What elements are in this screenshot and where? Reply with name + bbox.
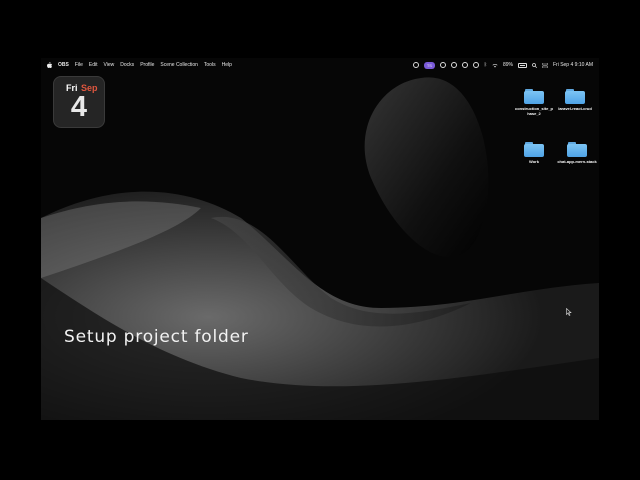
- display-icon[interactable]: [450, 62, 457, 68]
- menu-profile[interactable]: Profile: [140, 62, 154, 68]
- desktop-folder[interactable]: construction_site_phase_2: [514, 89, 554, 116]
- battery-percent: 89%: [502, 62, 513, 68]
- bluetooth-icon[interactable]: ᛒ: [484, 62, 487, 68]
- desktop: OBS File Edit View Docks Profile Scene C…: [41, 58, 599, 420]
- menu-help[interactable]: Help: [222, 62, 232, 68]
- folder-icon: [565, 89, 585, 104]
- menu-app-name[interactable]: OBS: [58, 62, 69, 68]
- menu-file[interactable]: File: [75, 62, 83, 68]
- gear-icon[interactable]: [439, 62, 446, 68]
- menu-edit[interactable]: Edit: [89, 62, 98, 68]
- apple-icon[interactable]: [47, 62, 52, 68]
- control-center-icon[interactable]: [541, 62, 548, 68]
- menu-datetime[interactable]: Fri Sep 4 9:10 AM: [553, 62, 593, 68]
- folder-icon: [567, 142, 587, 157]
- folder-label: laravel-react-crud: [558, 106, 592, 111]
- desktop-folder[interactable]: laravel-react-crud: [555, 89, 595, 111]
- desktop-folder[interactable]: chat-app-mern-stack: [557, 142, 597, 164]
- desktop-folder[interactable]: Work: [514, 142, 554, 164]
- menu-docks[interactable]: Docks: [120, 62, 134, 68]
- mouse-cursor-icon: [566, 308, 572, 316]
- calendar-date: 4: [70, 91, 88, 123]
- menu-view[interactable]: View: [104, 62, 115, 68]
- calendar-widget[interactable]: Fri Sep 4: [53, 76, 105, 128]
- obs-status-icon[interactable]: [412, 62, 419, 68]
- status-badge[interactable]: TS: [423, 61, 435, 69]
- wifi-icon[interactable]: [492, 63, 498, 68]
- battery-icon[interactable]: [517, 62, 527, 68]
- folder-label: construction_site_phase_2: [514, 106, 553, 116]
- menu-scene-collection[interactable]: Scene Collection: [160, 62, 198, 68]
- menu-bar: OBS File Edit View Docks Profile Scene C…: [41, 58, 599, 72]
- menu-tools[interactable]: Tools: [204, 62, 216, 68]
- globe-icon[interactable]: [461, 62, 468, 68]
- folder-icon: [524, 142, 544, 157]
- caption-text: Setup project folder: [64, 327, 249, 347]
- folder-icon: [524, 89, 544, 104]
- search-icon[interactable]: [532, 62, 537, 68]
- folder-label: chat-app-mern-stack: [557, 159, 597, 164]
- clock-icon[interactable]: [472, 62, 479, 68]
- folder-label: Work: [529, 159, 539, 164]
